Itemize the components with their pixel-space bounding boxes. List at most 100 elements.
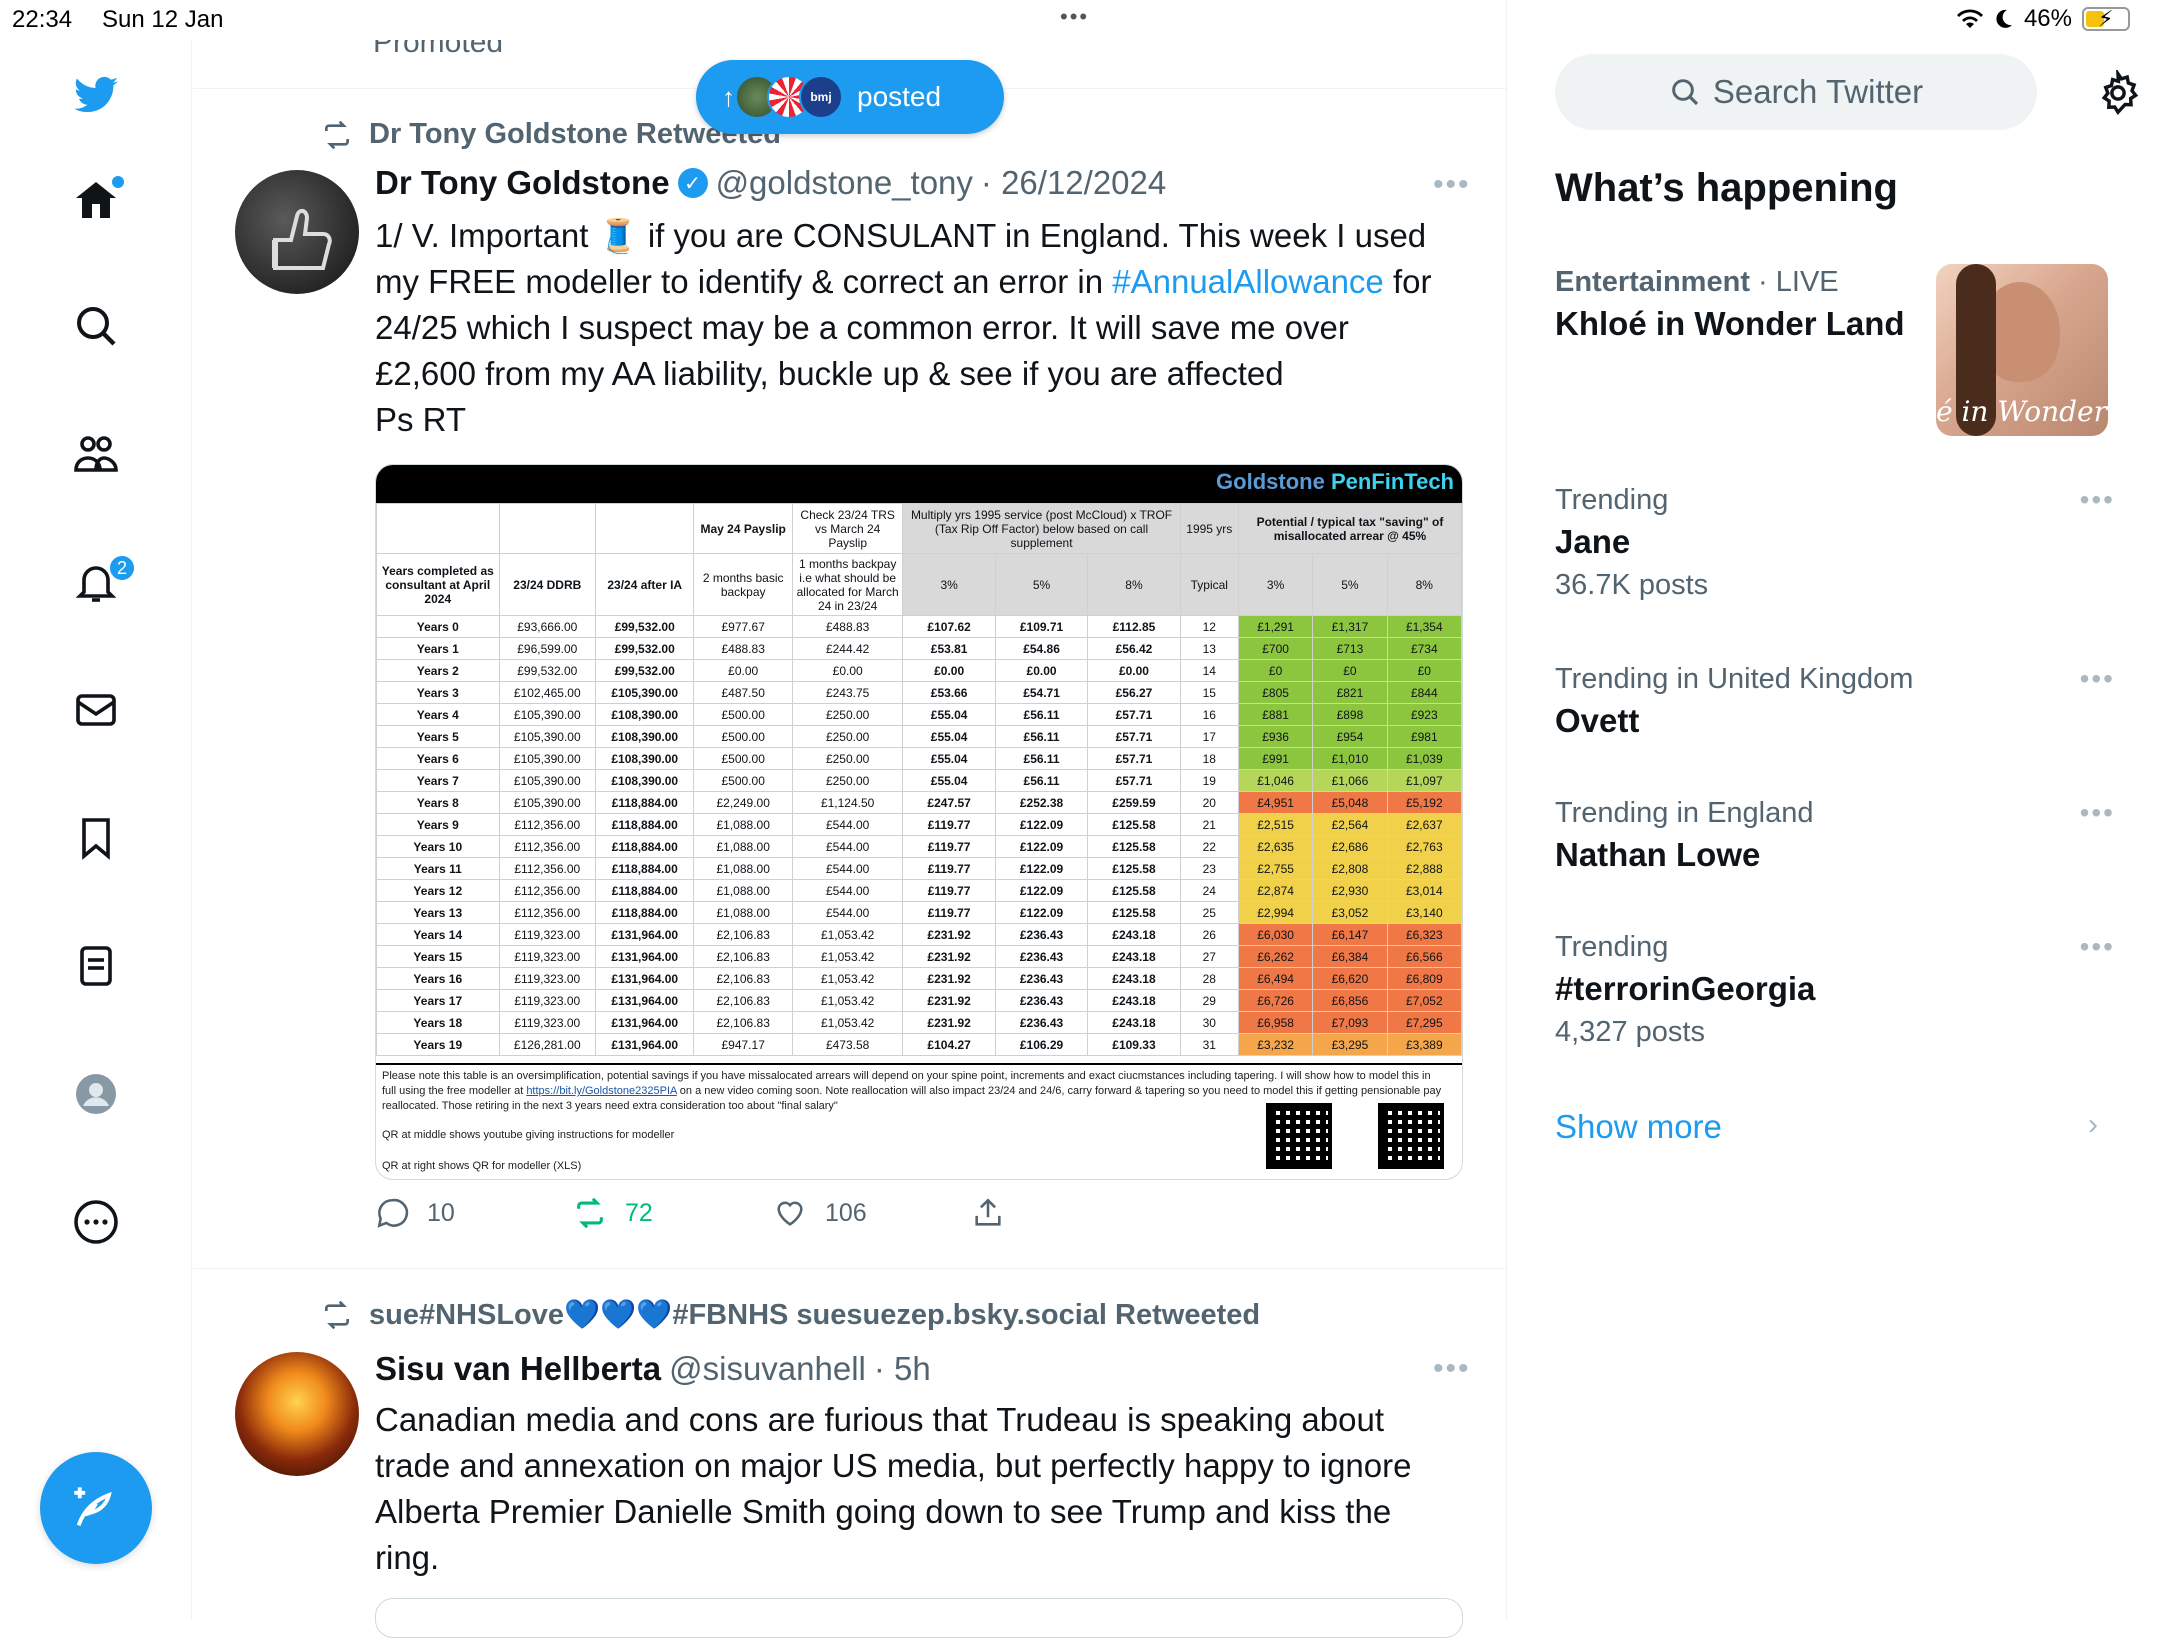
table-cell: £1,053.42 [791,923,904,946]
trend-category: Entertainment [1555,266,1750,298]
nav-home[interactable] [66,170,126,230]
table-cell: £6,147 [1312,923,1388,946]
table-cell: £243.18 [1087,1011,1181,1034]
table-cell: 13 [1179,637,1239,660]
table-cell: £2,249.00 [693,791,793,814]
table-cell: 19 [1179,769,1239,792]
trend-count: 36.7K posts [1555,569,1709,601]
header-cell [376,503,500,554]
table-cell: £250.00 [791,747,904,770]
more-options-icon[interactable]: ••• [2080,484,2115,516]
table-cell: Years 6 [376,747,500,770]
trend-title: Jane [1555,523,1631,560]
moon-icon [1996,9,2012,28]
divider [193,1268,1507,1269]
table-cell: £734 [1386,637,1462,660]
author-handle[interactable]: @sisuvanhell [669,1350,866,1388]
table-cell: Years 17 [376,989,500,1012]
nav-explore[interactable] [66,296,126,356]
tweet-image[interactable]: Goldstone PenFinTech May 24 Payslip Chec… [375,464,1463,1180]
twitter-bird-icon[interactable] [66,66,126,126]
header-basic: 2 months basic backpay [693,553,793,616]
trend-image[interactable]: é in Wonder L [1936,264,2108,436]
table-cell: £108,390.00 [594,725,695,748]
tweet-actions: 10 72 106 [375,1196,1075,1240]
nav-profile[interactable] [66,1064,126,1124]
retweet-count: 72 [625,1198,653,1227]
trend-item[interactable]: Trending #terrorinGeorgia 4,327 posts ••… [1555,931,2115,1049]
table-cell: Years 19 [376,1033,500,1056]
table-cell: £105,390.00 [498,747,597,770]
verified-icon: ✓ [677,168,708,198]
retweet-button[interactable]: 72 [573,1196,653,1230]
trend-item[interactable]: Trending in England Nathan Lowe ••• [1555,797,2115,874]
table-cell: £1,291 [1237,615,1314,638]
table-cell: £0.00 [994,659,1089,682]
more-options-icon[interactable]: ••• [2080,663,2115,695]
table-cell: Years 11 [376,857,500,880]
more-options-icon[interactable]: ••• [2080,797,2115,829]
tweet-date[interactable]: · 5h [874,1350,931,1388]
tweet-text: Canadian media and cons are furious that… [375,1401,1412,1576]
settings-button[interactable] [2095,67,2141,121]
like-button[interactable]: 106 [773,1196,867,1230]
bookmark-icon [82,818,110,860]
tweet-card[interactable] [375,1598,1463,1638]
like-icon [777,1201,803,1226]
header-after-ia: 23/24 after IA [594,553,695,616]
trend-item[interactable]: Trending in United Kingdom Ovett ••• [1555,663,2115,740]
more-options-icon[interactable]: ••• [1433,168,1471,202]
modeller-link[interactable]: https://bit.ly/Goldstone2325PIA [526,1085,676,1097]
table-cell: £118,884.00 [594,901,695,924]
table-cell: £131,964.00 [594,945,695,968]
table-cell: £6,030 [1237,923,1314,946]
table-cell: £109.71 [994,615,1089,638]
table-cell: £231.92 [902,923,996,946]
nav-more[interactable] [66,1192,126,1252]
more-options-icon[interactable]: ••• [1433,1352,1471,1386]
table-cell: £252.38 [994,791,1089,814]
show-more-link[interactable]: Show more [1555,1108,1722,1146]
share-button[interactable] [971,1196,1005,1230]
nav-messages[interactable] [66,680,126,740]
table-cell: £105,390.00 [498,725,597,748]
table-cell: £231.92 [902,967,996,990]
image-footnote: Please note this table is an oversimplif… [376,1063,1462,1179]
compose-button[interactable] [40,1452,152,1564]
table-cell: £6,620 [1312,967,1388,990]
author-name[interactable]: Sisu van Hellberta [375,1350,661,1388]
image-brand: Goldstone PenFinTech [1216,469,1454,495]
tweet-date[interactable]: · 26/12/2024 [981,164,1166,202]
avatar[interactable] [235,170,359,294]
table-row: Years 14 £119,323.00 £131,964.00 £2,106.83 £… [376,923,1462,946]
search-box[interactable]: Search Twitter [1555,54,2037,130]
reply-button[interactable]: 10 [375,1196,455,1230]
table-cell: £122.09 [994,879,1089,902]
tweet-text-part: Ps RT [375,401,467,438]
nav-communities[interactable] [66,424,126,484]
trend-item[interactable]: Trending Jane 36.7K posts ••• [1555,484,2115,602]
nav-bookmarks[interactable] [66,808,126,868]
table-cell: £108,390.00 [594,769,695,792]
hashtag-link[interactable]: #AnnualAllowance [1112,263,1384,300]
table-cell: £1,088.00 [693,813,793,836]
table-cell: £250.00 [791,725,904,748]
table-cell: £6,323 [1386,923,1462,946]
more-options-icon[interactable]: ••• [2080,931,2115,963]
reply-count: 10 [427,1198,455,1227]
table-row: Years 12 £112,356.00 £118,884.00 £1,088.00 £… [376,879,1462,902]
avatar[interactable] [235,1352,359,1476]
table-row: Years 13 £112,356.00 £118,884.00 £1,088.00 £… [376,901,1462,924]
new-posts-pill[interactable]: ↑ bmj posted [696,60,1004,134]
table-cell: £1,046 [1237,769,1314,792]
nav-notifications[interactable]: 2 [66,552,136,612]
author-name[interactable]: Dr Tony Goldstone [375,164,670,202]
nav-lists[interactable] [66,936,126,996]
right-sidebar: Search Twitter What’s happening Entertai… [1508,40,2160,1620]
trend-context: Trending [1555,484,1669,516]
table-cell: £250.00 [791,703,904,726]
table-cell: £108,390.00 [594,703,695,726]
table-cell: £122.09 [994,857,1089,880]
author-handle[interactable]: @goldstone_tony [716,164,973,202]
list-icon [80,946,112,986]
